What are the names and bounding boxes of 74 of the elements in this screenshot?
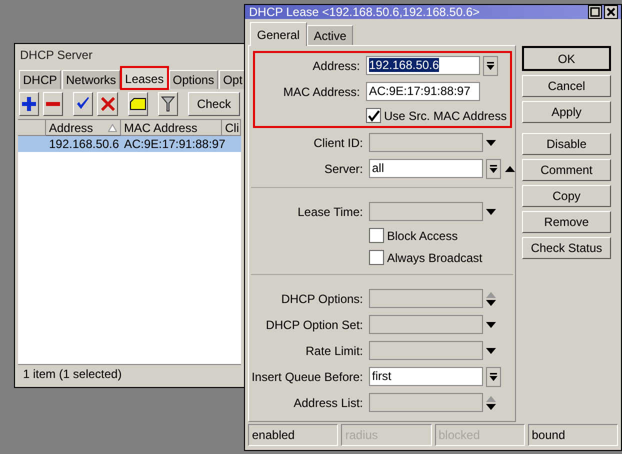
sort-icon xyxy=(108,124,117,132)
checkbox-label: Use Src. MAC Address xyxy=(384,108,507,122)
status-bar: 1 item (1 selected) xyxy=(18,364,241,384)
tab[interactable]: Options xyxy=(168,70,218,89)
field-label: Rate Limit: xyxy=(304,344,364,358)
tab[interactable]: Leases xyxy=(121,67,168,89)
plus-icon xyxy=(22,97,36,111)
field-label: DHCP Options: xyxy=(280,292,364,306)
dialog-button[interactable]: Remove xyxy=(522,211,611,233)
table-row[interactable]: 192.168.50.6 AC:9E:17:91:88:97 xyxy=(18,136,241,152)
remove-button[interactable] xyxy=(43,92,64,116)
dropdown-button[interactable] xyxy=(483,56,498,76)
input-field[interactable]: first xyxy=(369,367,483,386)
filter-icon xyxy=(160,96,175,112)
dialog-button[interactable]: Disable xyxy=(522,133,611,155)
checkbox[interactable] xyxy=(366,108,381,123)
close-icon[interactable] xyxy=(604,5,618,19)
status-cell: enabled xyxy=(248,424,338,446)
field-label: MAC Address: xyxy=(282,84,361,98)
dropdown-button[interactable] xyxy=(486,366,501,386)
disable-button[interactable] xyxy=(97,92,118,116)
down-arrow-icon[interactable] xyxy=(486,138,496,146)
dropdown-button[interactable] xyxy=(486,158,501,178)
add-button[interactable] xyxy=(19,92,40,116)
field-label: Client ID: xyxy=(312,136,364,150)
dialog-button[interactable]: Check Status xyxy=(522,237,611,259)
field-label: Address: xyxy=(312,58,361,72)
input-field[interactable] xyxy=(369,133,483,152)
check-icon xyxy=(76,97,90,111)
status-cell: bound xyxy=(528,424,618,446)
input-field[interactable]: AC:9E:17:91:88:97 xyxy=(366,82,480,101)
checkbox-label: Always Broadcast xyxy=(387,250,482,264)
enable-button[interactable] xyxy=(73,92,94,116)
tab[interactable]: Active xyxy=(306,25,354,45)
up-down-arrows-icon[interactable] xyxy=(486,394,496,410)
maximize-icon[interactable] xyxy=(588,5,602,19)
input-field[interactable] xyxy=(369,202,483,221)
checkbox[interactable] xyxy=(369,228,384,243)
input-field[interactable] xyxy=(369,341,483,360)
dialog-button[interactable]: Cancel xyxy=(522,75,611,97)
input-field[interactable] xyxy=(369,315,483,334)
window-title: DHCP Lease <192.168.50.6,192.168.50.6> xyxy=(249,5,481,19)
dialog-button[interactable]: Comment xyxy=(522,159,611,181)
input-field[interactable]: 192.168.50.6 xyxy=(366,56,480,75)
table-cell-text: 192.168.50.6 xyxy=(48,136,120,152)
minus-icon xyxy=(46,102,60,106)
checkbox-label: Block Access xyxy=(387,228,458,242)
tab[interactable]: DHCP xyxy=(19,70,62,89)
tab[interactable]: General xyxy=(250,22,307,46)
up-arrow-icon[interactable] xyxy=(505,164,515,172)
note-icon xyxy=(130,98,146,110)
field-label: Lease Time: xyxy=(296,204,364,218)
check-button[interactable]: Check xyxy=(188,92,240,116)
dialog-button[interactable]: Copy xyxy=(522,185,611,207)
field-label: DHCP Option Set: xyxy=(264,318,364,332)
tab[interactable]: Networks xyxy=(62,70,120,89)
field-label: Server: xyxy=(323,162,364,176)
field-label: Address List: xyxy=(292,396,364,410)
tab[interactable]: Opt xyxy=(219,70,244,89)
up-down-arrows-icon[interactable] xyxy=(486,290,496,306)
dialog-button[interactable]: OK xyxy=(522,46,611,71)
down-arrow-icon[interactable] xyxy=(486,320,496,328)
cross-icon xyxy=(100,97,115,111)
down-arrow-icon[interactable] xyxy=(486,208,496,216)
window-title: DHCP Server xyxy=(19,47,94,64)
checkbox[interactable] xyxy=(369,250,384,265)
dialog-button[interactable]: Apply xyxy=(522,101,611,123)
input-field[interactable] xyxy=(369,393,483,412)
filter-button[interactable] xyxy=(158,92,178,116)
comment-button[interactable] xyxy=(128,92,148,116)
input-field[interactable]: all xyxy=(369,159,483,178)
input-field[interactable] xyxy=(369,289,483,308)
field-label: Insert Queue Before: xyxy=(251,370,364,384)
down-arrow-icon[interactable] xyxy=(486,346,496,354)
